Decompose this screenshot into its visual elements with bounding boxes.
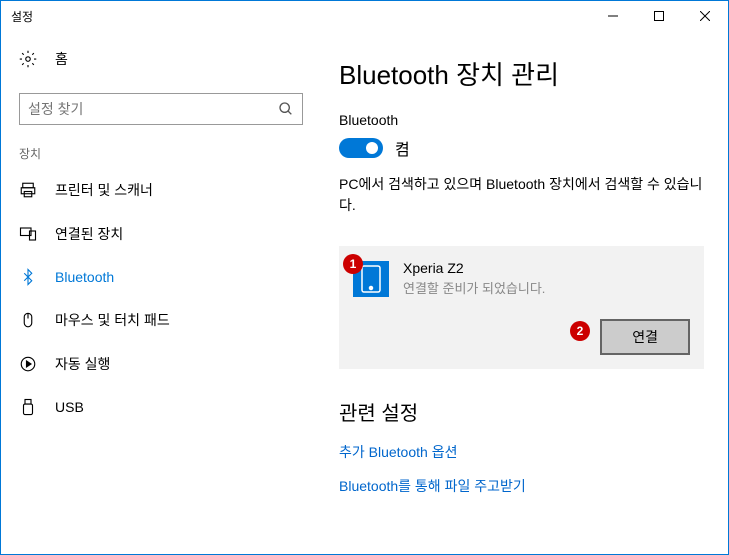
annotation-badge-2: 2 bbox=[570, 321, 590, 341]
search-icon bbox=[278, 101, 294, 117]
sidebar-item-autoplay[interactable]: 자동 실행 bbox=[1, 342, 321, 386]
device-card[interactable]: 1 Xperia Z2 연결할 준비가 되었습니다. 2 연결 bbox=[339, 246, 704, 369]
close-button[interactable] bbox=[682, 1, 728, 31]
connect-button[interactable]: 연결 bbox=[600, 319, 690, 355]
toggle-state-label: 켬 bbox=[395, 136, 410, 160]
discovery-text: PC에서 검색하고 있으며 Bluetooth 장치에서 검색할 수 있습니다. bbox=[339, 174, 704, 216]
bluetooth-toggle-row: 켬 bbox=[339, 136, 704, 160]
gear-icon bbox=[19, 50, 37, 68]
connect-button-row: 2 연결 bbox=[353, 319, 690, 355]
device-info: Xperia Z2 연결할 준비가 되었습니다. bbox=[403, 260, 690, 297]
toggle-knob bbox=[366, 142, 378, 154]
printer-icon bbox=[19, 181, 37, 199]
page-title: Bluetooth 장치 관리 bbox=[339, 55, 704, 92]
related-link-send-files[interactable]: Bluetooth를 통해 파일 주고받기 bbox=[339, 476, 704, 496]
device-name: Xperia Z2 bbox=[403, 260, 690, 276]
window-controls bbox=[590, 1, 728, 31]
category-label: 장치 bbox=[1, 137, 321, 168]
sidebar-item-label: Bluetooth bbox=[55, 269, 114, 285]
sidebar-item-connected-devices[interactable]: 연결된 장치 bbox=[1, 212, 321, 256]
home-label: 홈 bbox=[55, 49, 68, 69]
sidebar-item-bluetooth[interactable]: Bluetooth bbox=[1, 256, 321, 298]
window-title: 설정 bbox=[11, 8, 590, 25]
sidebar: 홈 장치 프린터 및 스캐너 연결된 장치 Bluetooth 마우스 및 터치… bbox=[1, 31, 321, 554]
bluetooth-label: Bluetooth bbox=[339, 112, 704, 128]
sidebar-item-usb[interactable]: USB bbox=[1, 386, 321, 428]
bluetooth-toggle[interactable] bbox=[339, 138, 383, 158]
titlebar: 설정 bbox=[1, 1, 728, 31]
bluetooth-icon bbox=[19, 268, 37, 286]
device-status: 연결할 준비가 되었습니다. bbox=[403, 278, 690, 297]
related-settings-title: 관련 설정 bbox=[339, 397, 704, 426]
sidebar-item-label: USB bbox=[55, 399, 84, 415]
main-content: Bluetooth 장치 관리 Bluetooth 켬 PC에서 검색하고 있으… bbox=[321, 31, 728, 554]
home-button[interactable]: 홈 bbox=[1, 39, 321, 79]
sidebar-item-printers[interactable]: 프린터 및 스캐너 bbox=[1, 168, 321, 212]
mouse-icon bbox=[19, 311, 37, 329]
sidebar-item-label: 연결된 장치 bbox=[55, 224, 123, 244]
search-input[interactable] bbox=[28, 101, 278, 117]
minimize-button[interactable] bbox=[590, 1, 636, 31]
devices-icon bbox=[19, 225, 37, 243]
search-container[interactable] bbox=[19, 93, 303, 125]
maximize-button[interactable] bbox=[636, 1, 682, 31]
autoplay-icon bbox=[19, 355, 37, 373]
usb-icon bbox=[19, 398, 37, 416]
related-link-more-options[interactable]: 추가 Bluetooth 옵션 bbox=[339, 442, 704, 462]
sidebar-item-label: 마우스 및 터치 패드 bbox=[55, 310, 170, 330]
sidebar-item-mouse[interactable]: 마우스 및 터치 패드 bbox=[1, 298, 321, 342]
phone-icon bbox=[361, 265, 381, 293]
annotation-badge-1: 1 bbox=[343, 254, 363, 274]
device-row: 1 Xperia Z2 연결할 준비가 되었습니다. bbox=[353, 260, 690, 297]
sidebar-item-label: 프린터 및 스캐너 bbox=[55, 180, 153, 200]
sidebar-item-label: 자동 실행 bbox=[55, 354, 110, 374]
